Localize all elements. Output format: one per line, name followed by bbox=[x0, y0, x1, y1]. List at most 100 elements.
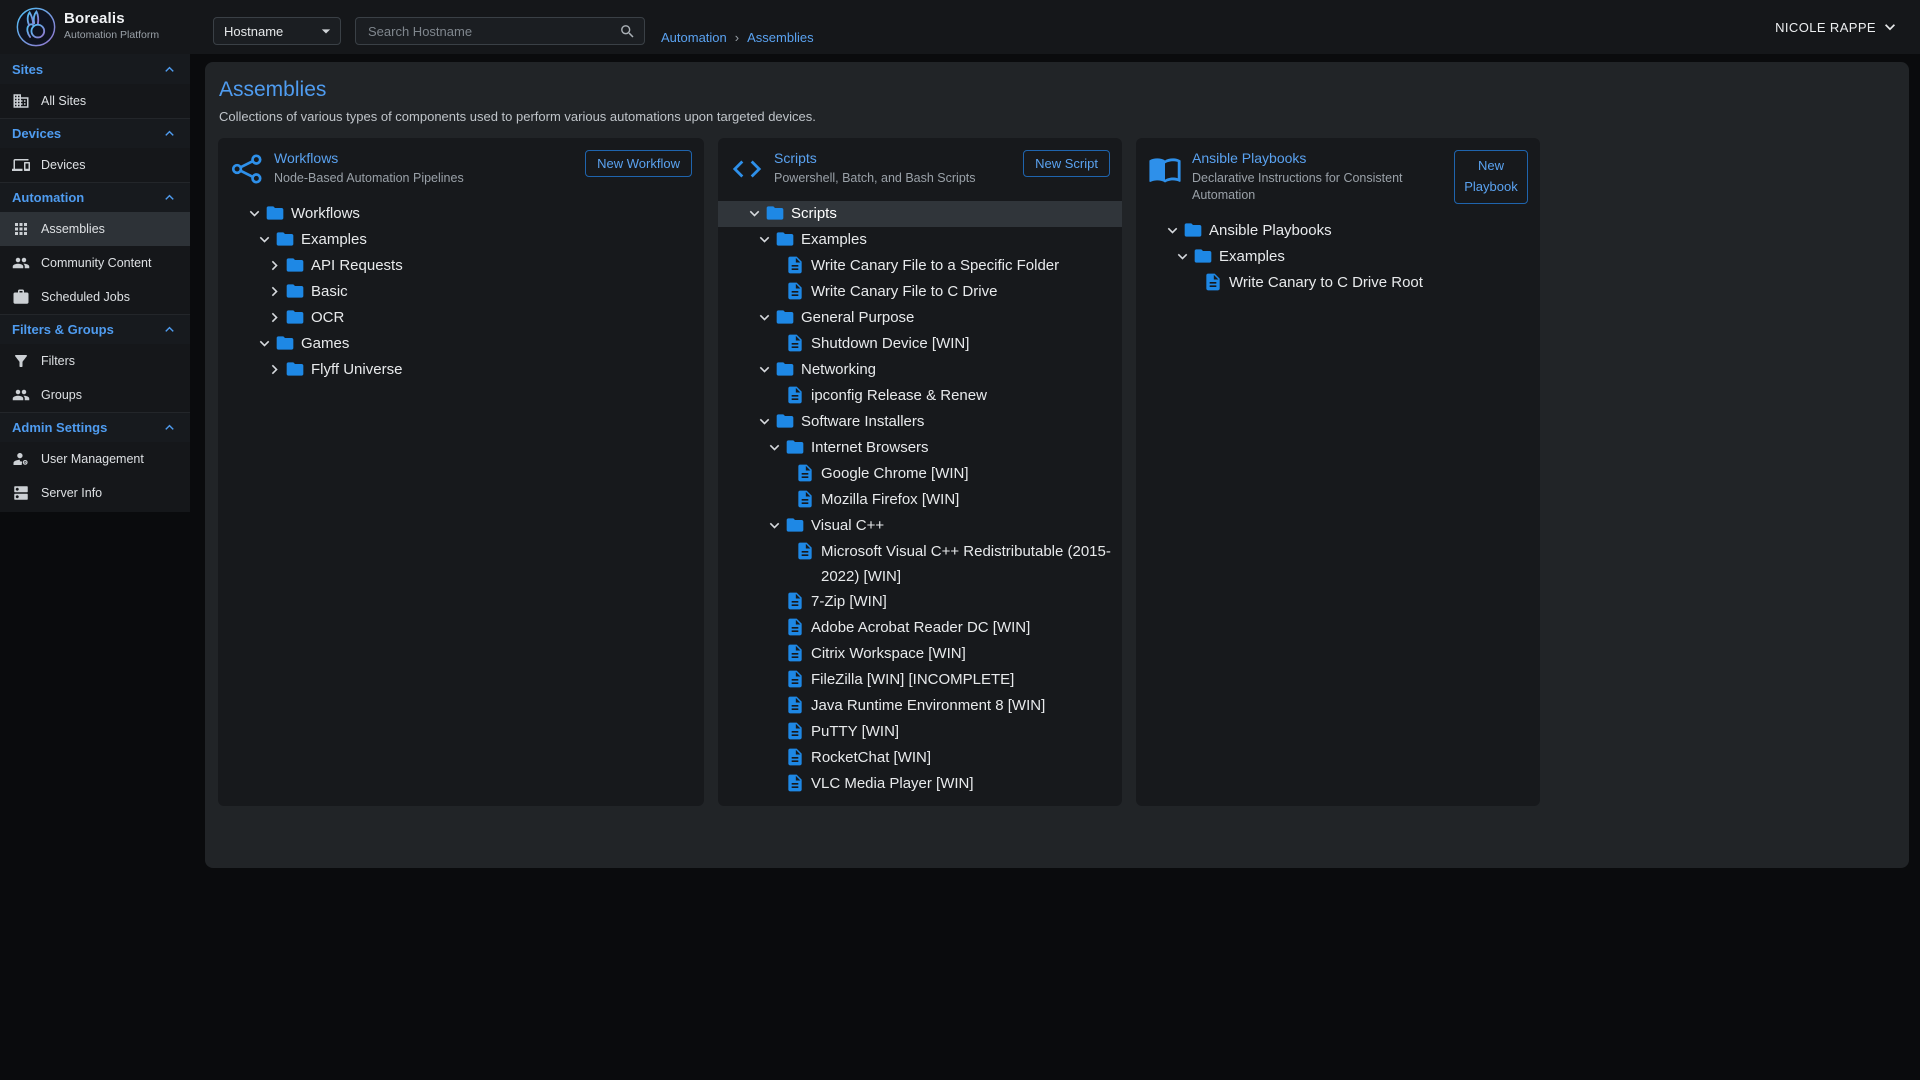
tree-item-microsoft-visual-c-redistributable-2015-2022-win[interactable]: Microsoft Visual C++ Redistributable (20… bbox=[718, 539, 1122, 589]
chevron-right-icon[interactable] bbox=[264, 305, 284, 330]
tree-item-label: Shutdown Device [WIN] bbox=[806, 331, 969, 356]
chevron-right-icon[interactable] bbox=[264, 357, 284, 382]
sidebar-item-all-sites[interactable]: All Sites bbox=[0, 84, 190, 118]
card-title[interactable]: Ansible Playbooks bbox=[1192, 150, 1444, 166]
tree-item-internet-browsers[interactable]: Internet Browsers bbox=[718, 435, 1122, 461]
tree-item-examples[interactable]: Examples bbox=[718, 227, 1122, 253]
chevron-down-icon[interactable] bbox=[744, 201, 764, 226]
sidebar-item-scheduled-jobs[interactable]: Scheduled Jobs bbox=[0, 280, 190, 314]
file-icon bbox=[784, 693, 806, 718]
hostname-select[interactable]: Hostname bbox=[213, 17, 341, 45]
tree-item-label: Microsoft Visual C++ Redistributable (20… bbox=[816, 539, 1114, 589]
tree-item-filezilla-win-incomplete[interactable]: FileZilla [WIN] [INCOMPLETE] bbox=[718, 667, 1122, 693]
tree-item-java-runtime-environment-8-win[interactable]: Java Runtime Environment 8 [WIN] bbox=[718, 693, 1122, 719]
tree-item-label: Visual C++ bbox=[806, 513, 884, 538]
tree-item-google-chrome-win[interactable]: Google Chrome [WIN] bbox=[718, 461, 1122, 487]
tree-item-games[interactable]: Games bbox=[218, 331, 704, 357]
tree-item-examples[interactable]: Examples bbox=[1136, 244, 1540, 270]
tree-item-networking[interactable]: Networking bbox=[718, 357, 1122, 383]
tree-item-shutdown-device-win[interactable]: Shutdown Device [WIN] bbox=[718, 331, 1122, 357]
sidebar-item-user-management[interactable]: User Management bbox=[0, 442, 190, 476]
playbooks-tree: Ansible PlaybooksExamplesWrite Canary to… bbox=[1136, 216, 1540, 296]
tree-item-putty-win[interactable]: PuTTY [WIN] bbox=[718, 719, 1122, 745]
tree-item-ipconfig-release-renew[interactable]: ipconfig Release & Renew bbox=[718, 383, 1122, 409]
chevron-down-icon[interactable] bbox=[754, 409, 774, 434]
sidebar-section-header-automation[interactable]: Automation bbox=[0, 182, 190, 212]
chevron-spacer bbox=[774, 461, 794, 486]
tree-item-scripts[interactable]: Scripts bbox=[718, 201, 1122, 227]
sidebar-section-header-sites[interactable]: Sites bbox=[0, 54, 190, 84]
tree-item-mozilla-firefox-win[interactable]: Mozilla Firefox [WIN] bbox=[718, 487, 1122, 513]
sidebar-item-assemblies[interactable]: Assemblies bbox=[0, 212, 190, 246]
tree-item-label: General Purpose bbox=[796, 305, 914, 330]
chevron-down-icon[interactable] bbox=[1172, 244, 1192, 269]
new-script-button[interactable]: New Script bbox=[1023, 150, 1110, 177]
search-input[interactable] bbox=[366, 23, 619, 40]
tree-item-adobe-acrobat-reader-dc-win[interactable]: Adobe Acrobat Reader DC [WIN] bbox=[718, 615, 1122, 641]
new-playbook-button[interactable]: New Playbook bbox=[1454, 150, 1528, 204]
sidebar-section-header-devices[interactable]: Devices bbox=[0, 118, 190, 148]
sidebar-item-filters[interactable]: Filters bbox=[0, 344, 190, 378]
tree-item-citrix-workspace-win[interactable]: Citrix Workspace [WIN] bbox=[718, 641, 1122, 667]
chevron-spacer bbox=[764, 279, 784, 304]
user-name: NICOLE RAPPE bbox=[1775, 20, 1876, 35]
chevron-up-icon bbox=[161, 419, 178, 436]
user-menu[interactable]: NICOLE RAPPE bbox=[1775, 13, 1900, 41]
tree-item-write-canary-to-c-drive-root[interactable]: Write Canary to C Drive Root bbox=[1136, 270, 1540, 296]
tree-item-ansible-playbooks[interactable]: Ansible Playbooks bbox=[1136, 218, 1540, 244]
chevron-right-icon[interactable] bbox=[264, 279, 284, 304]
chevron-spacer bbox=[774, 487, 794, 512]
devices-icon bbox=[12, 156, 30, 174]
sidebar-item-groups[interactable]: Groups bbox=[0, 378, 190, 412]
card-title[interactable]: Workflows bbox=[274, 150, 575, 166]
chevron-down-icon[interactable] bbox=[1162, 218, 1182, 243]
sidebar-section-admin-settings: Admin SettingsUser ManagementServer Info bbox=[0, 412, 190, 510]
chevron-spacer bbox=[764, 383, 784, 408]
sidebar-section-automation: AutomationAssembliesCommunity ContentSch… bbox=[0, 182, 190, 314]
tree-item-vlc-media-player-win[interactable]: VLC Media Player [WIN] bbox=[718, 771, 1122, 797]
chevron-spacer bbox=[764, 667, 784, 692]
chevron-spacer bbox=[764, 589, 784, 614]
tree-item-label: Write Canary File to a Specific Folder bbox=[806, 253, 1059, 278]
tree-item-software-installers[interactable]: Software Installers bbox=[718, 409, 1122, 435]
tree-item-label: Citrix Workspace [WIN] bbox=[806, 641, 966, 666]
chevron-right-icon[interactable] bbox=[264, 253, 284, 278]
chevron-spacer bbox=[764, 615, 784, 640]
sidebar-section-header-admin-settings[interactable]: Admin Settings bbox=[0, 412, 190, 442]
chevron-down-icon[interactable] bbox=[764, 435, 784, 460]
sidebar-section-header-filters-groups[interactable]: Filters & Groups bbox=[0, 314, 190, 344]
chevron-down-icon[interactable] bbox=[754, 227, 774, 252]
sidebar-section-sites: SitesAll Sites bbox=[0, 54, 190, 118]
server-icon bbox=[12, 484, 30, 502]
sidebar-item-server-info[interactable]: Server Info bbox=[0, 476, 190, 510]
tree-item-api-requests[interactable]: API Requests bbox=[218, 253, 704, 279]
search-icon[interactable] bbox=[619, 23, 636, 40]
chevron-down-icon[interactable] bbox=[764, 513, 784, 538]
chevron-down-icon[interactable] bbox=[754, 305, 774, 330]
tree-item-ocr[interactable]: OCR bbox=[218, 305, 704, 331]
tree-item-examples[interactable]: Examples bbox=[218, 227, 704, 253]
tree-item-visual-c[interactable]: Visual C++ bbox=[718, 513, 1122, 539]
breadcrumb-item-automation[interactable]: Automation bbox=[661, 30, 727, 45]
tree-item-label: Flyff Universe bbox=[306, 357, 402, 382]
tree-item-flyff-universe[interactable]: Flyff Universe bbox=[218, 357, 704, 383]
sidebar-item-community-content[interactable]: Community Content bbox=[0, 246, 190, 280]
tree-item-rocketchat-win[interactable]: RocketChat [WIN] bbox=[718, 745, 1122, 771]
tree-item-general-purpose[interactable]: General Purpose bbox=[718, 305, 1122, 331]
new-workflow-button[interactable]: New Workflow bbox=[585, 150, 692, 177]
tree-item-basic[interactable]: Basic bbox=[218, 279, 704, 305]
chevron-down-icon[interactable] bbox=[244, 201, 264, 226]
chevron-down-icon[interactable] bbox=[254, 227, 274, 252]
tree-item-7-zip-win[interactable]: 7-Zip [WIN] bbox=[718, 589, 1122, 615]
breadcrumb-item-assemblies[interactable]: Assemblies bbox=[747, 30, 813, 45]
sidebar-item-devices[interactable]: Devices bbox=[0, 148, 190, 182]
folder-icon bbox=[284, 357, 306, 382]
sidebar-item-label: Groups bbox=[41, 388, 82, 402]
tree-item-write-canary-file-to-a-specific-folder[interactable]: Write Canary File to a Specific Folder bbox=[718, 253, 1122, 279]
tree-item-write-canary-file-to-c-drive[interactable]: Write Canary File to C Drive bbox=[718, 279, 1122, 305]
tree-item-workflows[interactable]: Workflows bbox=[218, 201, 704, 227]
card-title[interactable]: Scripts bbox=[774, 150, 1013, 166]
chevron-down-icon[interactable] bbox=[254, 331, 274, 356]
chevron-down-icon[interactable] bbox=[754, 357, 774, 382]
tree-item-label: OCR bbox=[306, 305, 344, 330]
